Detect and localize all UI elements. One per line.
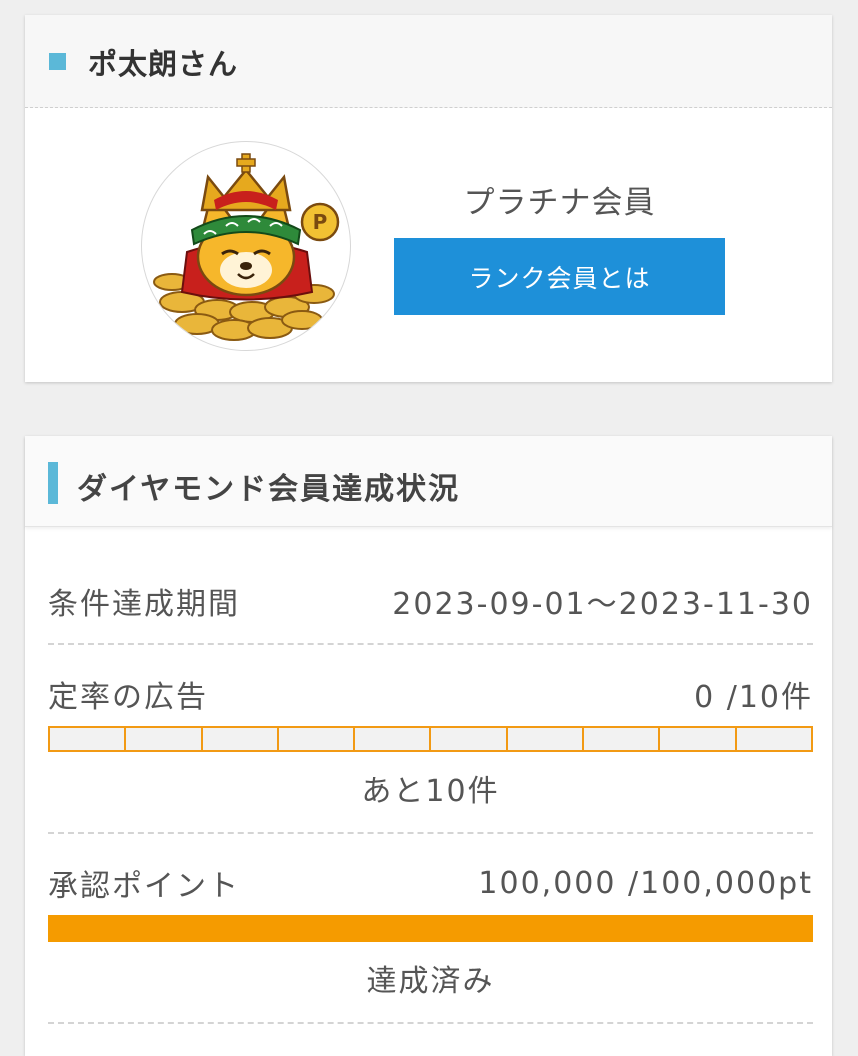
ads-progress-segment	[431, 728, 508, 750]
ads-remaining-text: あと10件	[361, 774, 500, 809]
ads-progress-segment	[203, 728, 279, 750]
status-title: ダイヤモンド会員達成状況	[77, 472, 461, 507]
ads-progress-segment	[584, 728, 661, 750]
diamond-status-card: ダイヤモンド会員達成状況 条件達成期間 2023-09-01～2023-11-3…	[25, 436, 832, 1056]
period-label: 条件達成期間	[48, 587, 240, 622]
ads-progress-segment	[508, 728, 585, 750]
ads-row: 定率の広告 0 /10件	[48, 672, 813, 716]
svg-text:P: P	[313, 210, 328, 234]
status-header: ダイヤモンド会員達成状況	[25, 436, 832, 527]
ads-progress-bar	[48, 726, 813, 752]
ads-label: 定率の広告	[48, 680, 208, 715]
rank-name: プラチナ会員	[463, 185, 656, 221]
ads-progress-segment	[660, 728, 737, 750]
points-row: 承認ポイント 100,000 /100,000pt	[48, 861, 813, 905]
avatar: P	[141, 141, 351, 351]
ads-progress-segment	[737, 728, 811, 750]
period-row: 条件達成期間 2023-09-01～2023-11-30	[48, 579, 813, 623]
ads-value: 0 /10件	[694, 680, 813, 715]
heading-marker	[49, 53, 66, 70]
heading-marker	[48, 462, 58, 504]
user-card: ポ太朗さん P プラチナ会員 ランク会員とは	[25, 15, 832, 382]
mascot-avatar-icon: P	[153, 153, 340, 341]
divider	[48, 643, 813, 645]
points-status-text: 達成済み	[366, 964, 495, 999]
ads-progress-segment	[355, 728, 432, 750]
ads-progress-segment	[126, 728, 203, 750]
ads-progress-segment	[50, 728, 127, 750]
ads-progress-segment	[279, 728, 356, 750]
points-label: 承認ポイント	[48, 869, 240, 904]
points-value: 100,000 /100,000pt	[478, 865, 813, 901]
period-value: 2023-09-01～2023-11-30	[392, 587, 813, 622]
points-progress-fill	[48, 915, 813, 942]
user-name: ポ太朗さん	[88, 47, 239, 81]
points-progress-bar	[48, 915, 813, 942]
user-header: ポ太朗さん	[25, 15, 832, 108]
rank-info-button[interactable]: ランク会員とは	[394, 238, 725, 315]
divider	[48, 832, 813, 834]
